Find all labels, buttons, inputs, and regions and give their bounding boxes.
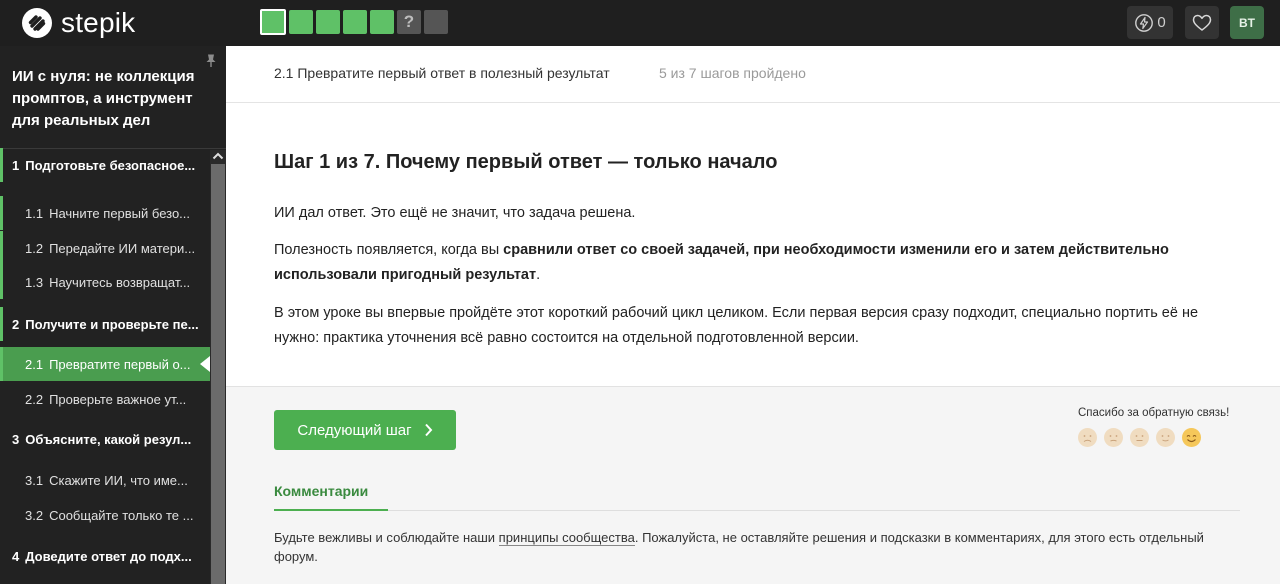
step-3[interactable]: [316, 10, 340, 34]
sidebar-item-label: Передайте ИИ матери...: [49, 240, 196, 256]
sidebar-item-label: Объясните, какой резул...: [25, 431, 192, 447]
sidebar-item-label: Сообщайте только те ...: [49, 507, 194, 523]
sidebar-item-number: 1.3: [25, 274, 44, 290]
sidebar-lesson-1-3[interactable]: 1.3 Научитесь возвращат...: [0, 265, 210, 299]
sidebar-item-label: Проверьте важное ут...: [49, 391, 187, 407]
sidebar-section-1[interactable]: 1 Подготовьте безопасное...: [0, 148, 210, 182]
very-happy-face-icon[interactable]: [1182, 428, 1201, 447]
sidebar-item-number: 2: [12, 316, 20, 332]
chevron-up-icon[interactable]: [212, 151, 224, 161]
energy-button[interactable]: 0: [1127, 6, 1173, 39]
lesson-progress-text: 5 из 7 шагов пройдено: [659, 65, 806, 81]
step-7[interactable]: [424, 10, 448, 34]
sidebar-item-number: 3: [12, 431, 20, 447]
sidebar-section-2[interactable]: 2 Получите и проверьте пе...: [0, 307, 210, 341]
step-6-quiz[interactable]: ?: [397, 10, 421, 34]
step-footer: Следующий шаг Спасибо за обратную связь!: [226, 386, 1280, 584]
step-5[interactable]: [370, 10, 394, 34]
step-1[interactable]: [260, 9, 286, 35]
community-guidelines-link[interactable]: принципы сообщества: [498, 530, 635, 546]
lightning-icon: [1135, 13, 1154, 32]
pin-icon[interactable]: [204, 53, 218, 69]
header-divider: [226, 102, 1280, 103]
very-sad-face-icon[interactable]: [1078, 428, 1097, 447]
paragraph-1: ИИ дал ответ. Это ещё не значит, что зад…: [274, 205, 636, 221]
course-title[interactable]: ИИ с нуля: не коллекция промптов, а инст…: [12, 66, 202, 132]
smile-face-icon[interactable]: [1156, 428, 1175, 447]
stepik-logo-icon: [22, 8, 52, 38]
lesson-breadcrumb[interactable]: 2.1 Превратите первый ответ в полезный р…: [274, 65, 610, 81]
paragraph-3: В этом уроке вы впервые пройдёте этот ко…: [274, 305, 1199, 346]
sidebar-item-label: Скажите ИИ, что име...: [49, 472, 188, 488]
sidebar-lesson-3-1[interactable]: 3.1 Скажите ИИ, что име...: [0, 463, 210, 497]
comments-tab[interactable]: Комментарии: [274, 483, 368, 499]
sidebar-item-label: Подготовьте безопасное...: [25, 157, 196, 173]
sidebar-item-number: 1.1: [25, 205, 44, 221]
user-avatar[interactable]: BT: [1230, 6, 1264, 39]
favorite-button[interactable]: [1185, 6, 1219, 39]
step-4[interactable]: [343, 10, 367, 34]
paragraph-2: Полезность появляется, когда вы сравнили…: [274, 238, 1244, 288]
sidebar-lesson-1-2[interactable]: 1.2 Передайте ИИ матери...: [0, 231, 210, 265]
sidebar-item-number: 1.2: [25, 240, 44, 256]
neutral-face-icon[interactable]: [1130, 428, 1149, 447]
course-sidebar: ИИ с нуля: не коллекция промптов, а инст…: [0, 46, 226, 584]
lesson-content: 2.1 Превратите первый ответ в полезный р…: [226, 46, 1280, 584]
energy-count: 0: [1157, 14, 1166, 31]
sidebar-section-4[interactable]: 4 Доведите ответ до подх...: [0, 539, 210, 573]
paragraph-2-start: Полезность появляется, когда вы: [274, 242, 504, 258]
sidebar-item-label: Доведите ответ до подх...: [25, 548, 192, 564]
sidebar-item-number: 2.2: [25, 391, 44, 407]
comments-guidelines: Будьте вежливы и соблюдайте наши принцип…: [274, 528, 1234, 566]
sidebar-lesson-2-1[interactable]: 2.1 Превратите первый о...: [0, 347, 210, 381]
comments-note-start: Будьте вежливы и соблюдайте наши: [274, 530, 499, 545]
sidebar-item-label: Начните первый безо...: [49, 205, 191, 221]
brand-name: stepik: [61, 7, 136, 38]
sidebar-item-number: 2.1: [25, 356, 44, 372]
feedback-label: Спасибо за обратную связь!: [1078, 407, 1230, 419]
heart-icon: [1192, 14, 1212, 31]
step-progress-bar: ?: [260, 9, 451, 35]
sidebar-lesson-3-2[interactable]: 3.2 Сообщайте только те ...: [0, 498, 210, 532]
active-lesson-pointer: [200, 356, 210, 372]
sidebar-lesson-1-1[interactable]: 1.1 Начните первый безо...: [0, 196, 210, 230]
step-2[interactable]: [289, 10, 313, 34]
paragraph-2-end: .: [536, 267, 541, 283]
comments-divider: [274, 510, 1240, 511]
step-title: Шаг 1 из 7. Почему первый ответ — только…: [274, 151, 778, 173]
feedback-rating: [1078, 428, 1208, 447]
sidebar-section-3[interactable]: 3 Объясните, какой резул...: [0, 422, 210, 456]
sidebar-item-label: Научитесь возвращат...: [49, 274, 191, 290]
next-step-button[interactable]: Следующий шаг: [274, 410, 456, 450]
sidebar-item-number: 4: [12, 548, 20, 564]
sidebar-item-number: 1: [12, 157, 20, 173]
stepik-logo[interactable]: stepik: [22, 7, 135, 39]
top-navigation-bar: stepik ? 0 BT: [0, 0, 1280, 46]
sidebar-item-number: 3.2: [25, 507, 44, 523]
sidebar-scroll-thumb[interactable]: [211, 164, 225, 584]
next-step-label: Следующий шаг: [297, 421, 412, 439]
sidebar-item-label: Получите и проверьте пе...: [25, 316, 199, 332]
comments-tab-underline: [274, 509, 388, 511]
chevron-right-icon: [424, 423, 432, 437]
sidebar-item-number: 3.1: [25, 472, 44, 488]
sidebar-lesson-2-2[interactable]: 2.2 Проверьте важное ут...: [0, 382, 210, 416]
sidebar-item-label: Превратите первый о...: [49, 356, 191, 372]
sad-face-icon[interactable]: [1104, 428, 1123, 447]
